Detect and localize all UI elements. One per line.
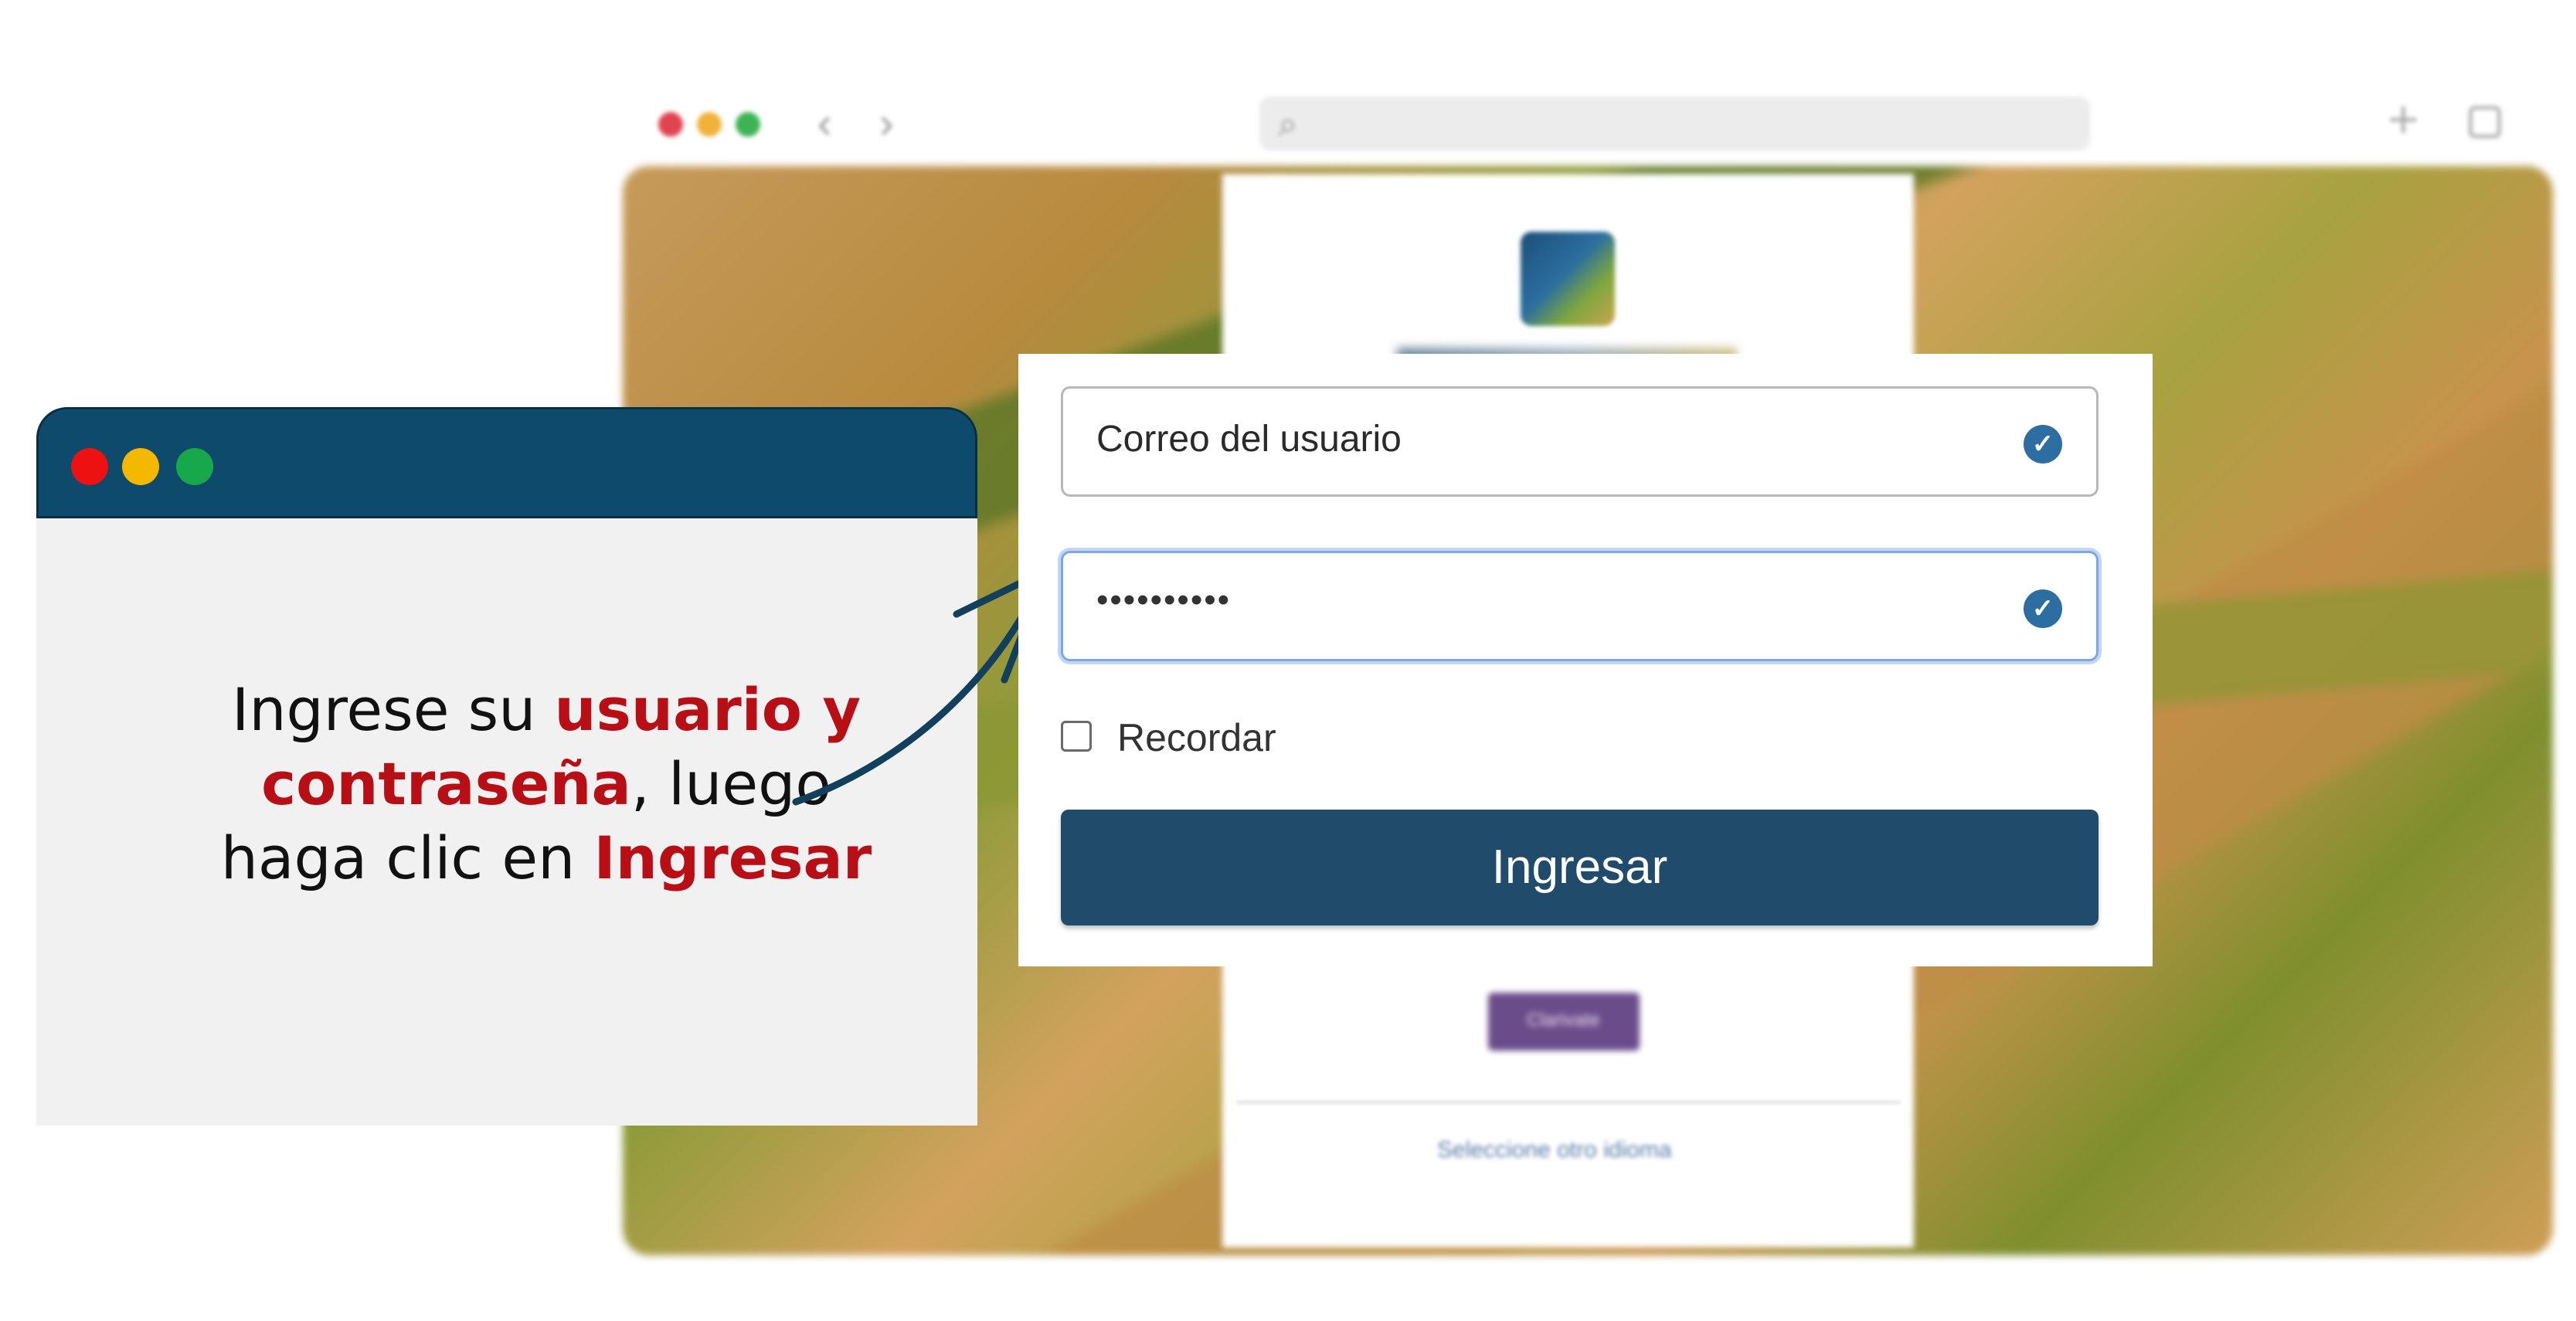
- divider: [1236, 1101, 1901, 1104]
- search-icon: ⌕: [1278, 104, 1298, 144]
- close-window-dot[interactable]: [658, 112, 683, 137]
- instruction-text: Ingrese su usuario y contraseña, luego h…: [191, 673, 902, 895]
- back-icon[interactable]: ‹: [817, 101, 832, 144]
- instruction-panel: Ingrese su usuario y contraseña, luego h…: [36, 407, 977, 1126]
- check-icon: ✓: [2024, 589, 2062, 628]
- tabs-overview-icon[interactable]: [2469, 106, 2501, 138]
- email-value: Correo del usuario: [1096, 419, 1402, 460]
- password-value: ••••••••••: [1096, 581, 1232, 619]
- panel-header: [36, 407, 977, 518]
- login-form-zoom: Correo del usuario ✓ •••••••••• ✓ Record…: [1018, 354, 2153, 966]
- instruction-text-part1: Ingrese su: [231, 675, 555, 744]
- maximize-window-dot[interactable]: [736, 112, 760, 137]
- check-icon: ✓: [2024, 425, 2062, 464]
- address-bar[interactable]: ⌕: [1259, 97, 2090, 151]
- red-dot-icon: [71, 448, 108, 485]
- app-logo: [1521, 232, 1615, 326]
- browser-toolbar: ‹ › ⌕ +: [618, 81, 2565, 166]
- email-field[interactable]: Correo del usuario ✓: [1061, 386, 2099, 497]
- badge-label: Clarivate: [1527, 1010, 1600, 1031]
- remember-checkbox[interactable]: [1061, 721, 1092, 752]
- login-submit-button[interactable]: Ingresar: [1061, 810, 2099, 925]
- language-select-link[interactable]: Seleccione otro idioma: [1437, 1137, 1672, 1163]
- clarivate-badge[interactable]: Clarivate: [1488, 993, 1640, 1051]
- yellow-dot-icon: [122, 448, 159, 485]
- green-dot-icon: [176, 448, 213, 485]
- password-field[interactable]: •••••••••• ✓: [1061, 551, 2099, 661]
- minimize-window-dot[interactable]: [697, 112, 722, 137]
- panel-body: Ingrese su usuario y contraseña, luego h…: [36, 518, 977, 1126]
- instruction-highlight-submit: Ingresar: [593, 824, 872, 892]
- forward-icon[interactable]: ›: [879, 101, 894, 144]
- remember-label[interactable]: Recordar: [1117, 715, 1276, 760]
- new-tab-icon[interactable]: +: [2387, 92, 2419, 146]
